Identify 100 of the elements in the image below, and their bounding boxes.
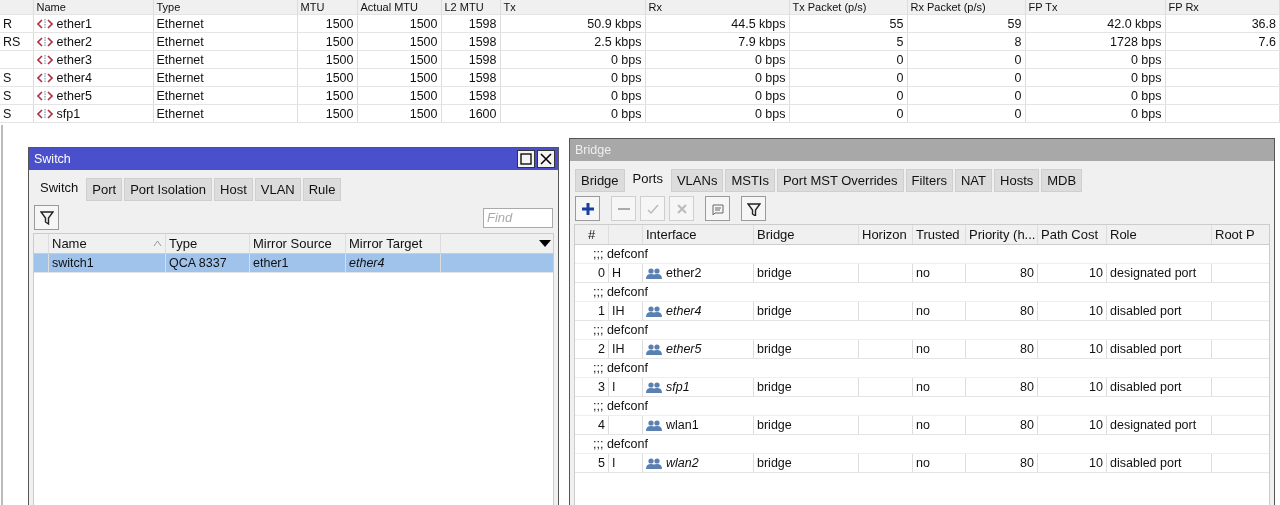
- table-cell: bridge: [757, 266, 792, 280]
- table-cell: no: [916, 266, 930, 280]
- table-cell: 0: [896, 70, 904, 85]
- table-cell: ether4: [349, 256, 385, 270]
- table-cell: 80: [1020, 418, 1034, 432]
- tab[interactable]: Host: [214, 178, 253, 201]
- table-cell: disabled port: [1110, 304, 1182, 318]
- table-cell: 0 bps: [1130, 52, 1162, 67]
- column-header[interactable]: L2 MTU: [441, 0, 500, 15]
- column-header[interactable]: Trusted: [913, 225, 966, 244]
- table-cell: 0: [896, 52, 904, 67]
- tab[interactable]: Port Isolation: [124, 178, 212, 201]
- table-cell: 0 bps: [754, 106, 786, 121]
- table-cell: ether2: [56, 34, 92, 49]
- interface-arrows-icon: [36, 89, 53, 102]
- column-header[interactable]: Type: [153, 0, 297, 15]
- table-cell: 80: [1020, 266, 1034, 280]
- table-cell: 0 bps: [754, 52, 786, 67]
- table-cell: 1598: [468, 16, 497, 31]
- table-cell: 0: [1014, 106, 1022, 121]
- table-cell: 1500: [409, 70, 438, 85]
- column-header[interactable]: Actual MTU: [357, 0, 441, 15]
- table-cell: 0: [598, 266, 605, 280]
- table-cell: 5: [598, 456, 605, 470]
- table-cell: 10: [1089, 266, 1103, 280]
- column-header[interactable]: Path Cost: [1038, 225, 1107, 244]
- close-button[interactable]: [537, 150, 555, 168]
- table-cell: 0: [896, 106, 904, 121]
- table-cell: 0 bps: [754, 88, 786, 103]
- filter-button[interactable]: [34, 205, 59, 230]
- column-header[interactable]: Rx: [645, 0, 789, 15]
- table-cell: 0: [896, 88, 904, 103]
- table-cell: S: [3, 88, 12, 103]
- comment-text: ;;; defconf: [593, 285, 648, 299]
- table-cell: designated port: [1110, 266, 1197, 280]
- column-header[interactable]: MTU: [297, 0, 357, 15]
- table-cell: 5: [896, 34, 904, 49]
- dropdown-arrow-icon: [539, 240, 551, 247]
- column-header[interactable]: Mirror Target: [346, 234, 441, 253]
- table-cell: 1500: [325, 88, 354, 103]
- table-cell: no: [916, 304, 930, 318]
- comment-text: ;;; defconf: [593, 323, 648, 337]
- column-header[interactable]: Bridge: [754, 225, 859, 244]
- table-cell: 0: [1014, 88, 1022, 103]
- users-icon: [646, 266, 662, 280]
- table-cell: 7.6: [1258, 34, 1276, 49]
- table-cell: ether3: [56, 52, 92, 67]
- find-field[interactable]: Find: [483, 207, 553, 228]
- column-header[interactable]: Name: [33, 0, 153, 15]
- column-header[interactable]: Root P: [1212, 225, 1269, 244]
- table-cell: wlan1: [666, 418, 699, 432]
- column-header[interactable]: FP Rx: [1165, 0, 1280, 15]
- table-cell: 0 bps: [1130, 106, 1162, 121]
- table-cell: Ethernet: [156, 16, 204, 31]
- users-icon: [646, 456, 662, 470]
- table-cell: H: [612, 266, 622, 280]
- table-cell: wlan2: [666, 456, 699, 470]
- column-header[interactable]: Name: [49, 234, 166, 253]
- maximize-button[interactable]: [517, 150, 535, 168]
- table-cell: ether2: [666, 266, 702, 280]
- table-cell: ether5: [666, 342, 702, 356]
- table-cell: 0 bps: [610, 106, 642, 121]
- tab[interactable]: VLAN: [254, 178, 301, 201]
- column-header[interactable]: Priority (h...: [966, 225, 1038, 244]
- table-cell: Ethernet: [156, 70, 204, 85]
- table-cell: 1600: [468, 106, 497, 121]
- table-cell: 2.5 kbps: [594, 34, 642, 49]
- users-icon: [646, 304, 662, 318]
- table-cell: 0: [1014, 52, 1022, 67]
- table-cell: RS: [3, 34, 21, 49]
- column-header[interactable]: Horizon: [859, 225, 913, 244]
- table-cell: Ethernet: [156, 106, 204, 121]
- column-header[interactable]: FP Tx: [1025, 0, 1165, 15]
- table-cell: 1500: [409, 52, 438, 67]
- table-row[interactable]: switch1 QCA 8337 ether1 ether4: [34, 254, 553, 273]
- table-cell: 10: [1089, 304, 1103, 318]
- table-cell: 1598: [468, 88, 497, 103]
- column-header[interactable]: Tx Packet (p/s): [789, 0, 907, 15]
- table-cell: bridge: [757, 304, 792, 318]
- tab[interactable]: Rule: [302, 178, 342, 201]
- table-cell: 1: [598, 304, 605, 318]
- column-header[interactable]: Mirror Source: [250, 234, 346, 253]
- table-cell: 0 bps: [610, 70, 642, 85]
- column-header[interactable]: Rx Packet (p/s): [907, 0, 1025, 15]
- column-header[interactable]: Interface: [643, 225, 754, 244]
- table-cell: 1500: [325, 34, 354, 49]
- table-cell: Ethernet: [156, 88, 204, 103]
- tab[interactable]: Port: [86, 178, 123, 201]
- add-icon: [580, 201, 595, 216]
- table-cell: no: [916, 380, 930, 394]
- table-cell: bridge: [757, 380, 792, 394]
- column-header[interactable]: Type: [166, 234, 250, 253]
- table-cell: 0 bps: [610, 88, 642, 103]
- table-cell: 1500: [409, 34, 438, 49]
- table-cell: 80: [1020, 456, 1034, 470]
- column-header[interactable]: Role: [1107, 225, 1212, 244]
- table-cell: sfp1: [56, 106, 81, 121]
- table-cell: 0 bps: [1130, 88, 1162, 103]
- column-header[interactable]: #: [575, 225, 609, 244]
- column-header[interactable]: Tx: [500, 0, 645, 15]
